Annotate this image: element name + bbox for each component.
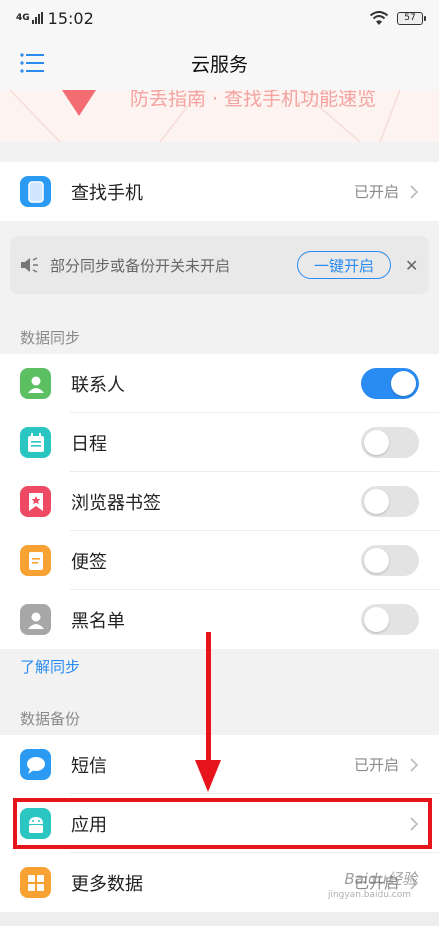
bookmark-icon [20,486,51,517]
watermark-url: jingyan.baidu.com [327,890,411,900]
find-phone-card: 查找手机 已开启 [0,162,439,221]
chevron-right-icon [410,184,419,199]
annotation-arrow-head [195,760,221,792]
battery-level: 57 [404,13,416,23]
sync-notice: 部分同步或备份开关未开启 一键开启 ✕ [10,236,429,294]
wifi-icon [369,10,389,25]
calendar-icon [20,427,51,458]
battery-icon: 57 [397,11,426,25]
bookmarks-label: 浏览器书签 [71,492,161,514]
speaker-icon [21,257,38,273]
learn-sync-link[interactable]: 了解同步 [20,656,80,677]
chevron-right-icon [410,757,419,772]
backup-section-title: 数据备份 [20,710,81,728]
blacklist-toggle[interactable] [361,604,419,635]
banner-text: 防丢指南 · 查找手机功能速览 [130,90,377,110]
notes-label: 便签 [71,551,107,573]
enable-all-button[interactable]: 一键开启 [296,251,391,279]
message-icon [20,749,51,780]
bottom-strip [0,912,439,926]
calendar-toggle[interactable] [361,427,419,458]
notice-text: 部分同步或备份开关未开启 [50,256,231,275]
toggle-knob [364,489,389,514]
grid-icon [20,867,51,898]
notes-toggle[interactable] [361,545,419,576]
app-header: 云服务 [0,36,439,90]
toggle-knob [364,548,389,573]
sync-row-contacts[interactable]: 联系人 [0,354,439,413]
bookmarks-toggle[interactable] [361,486,419,517]
annotation-highlight-box [13,798,432,849]
annotation-arrow-line [206,632,211,762]
menu-icon[interactable] [20,52,44,74]
toggle-knob [391,371,416,396]
more-data-label: 更多数据 [71,873,143,895]
sms-label: 短信 [71,755,107,777]
sms-status: 已开启 [353,756,399,774]
blacklist-icon [20,604,51,635]
find-phone-label: 查找手机 [71,182,143,204]
watermark: Baidu经验 [344,870,417,888]
contacts-label: 联系人 [71,374,125,396]
toggle-knob [364,430,389,455]
status-bar: 4G 15:02 57 [0,0,439,36]
find-phone-status: 已开启 [353,183,399,201]
calendar-label: 日程 [71,433,107,455]
page-title: 云服务 [190,53,248,76]
status-time: 15:02 [47,8,94,28]
contacts-toggle[interactable] [361,368,419,399]
sync-row-bookmarks[interactable]: 浏览器书签 [0,472,439,531]
signal-indicator: 4G [16,12,30,23]
sync-card: 联系人 日程 浏览器书签 便签 黑名单 [0,354,439,649]
location-pin-icon [62,90,96,116]
phone-icon [20,176,51,207]
sync-row-blacklist[interactable]: 黑名单 [0,590,439,649]
sync-row-notes[interactable]: 便签 [0,531,439,590]
signal-icon [31,12,43,24]
note-icon [20,545,51,576]
contact-icon [20,368,51,399]
blacklist-label: 黑名单 [71,610,125,632]
sync-row-calendar[interactable]: 日程 [0,413,439,472]
toggle-knob [364,607,389,632]
guide-banner[interactable]: 防丢指南 · 查找手机功能速览 [0,90,439,142]
find-phone-row[interactable]: 查找手机 已开启 [0,162,439,221]
sync-section-title: 数据同步 [20,329,81,347]
close-icon[interactable]: ✕ [405,256,419,275]
